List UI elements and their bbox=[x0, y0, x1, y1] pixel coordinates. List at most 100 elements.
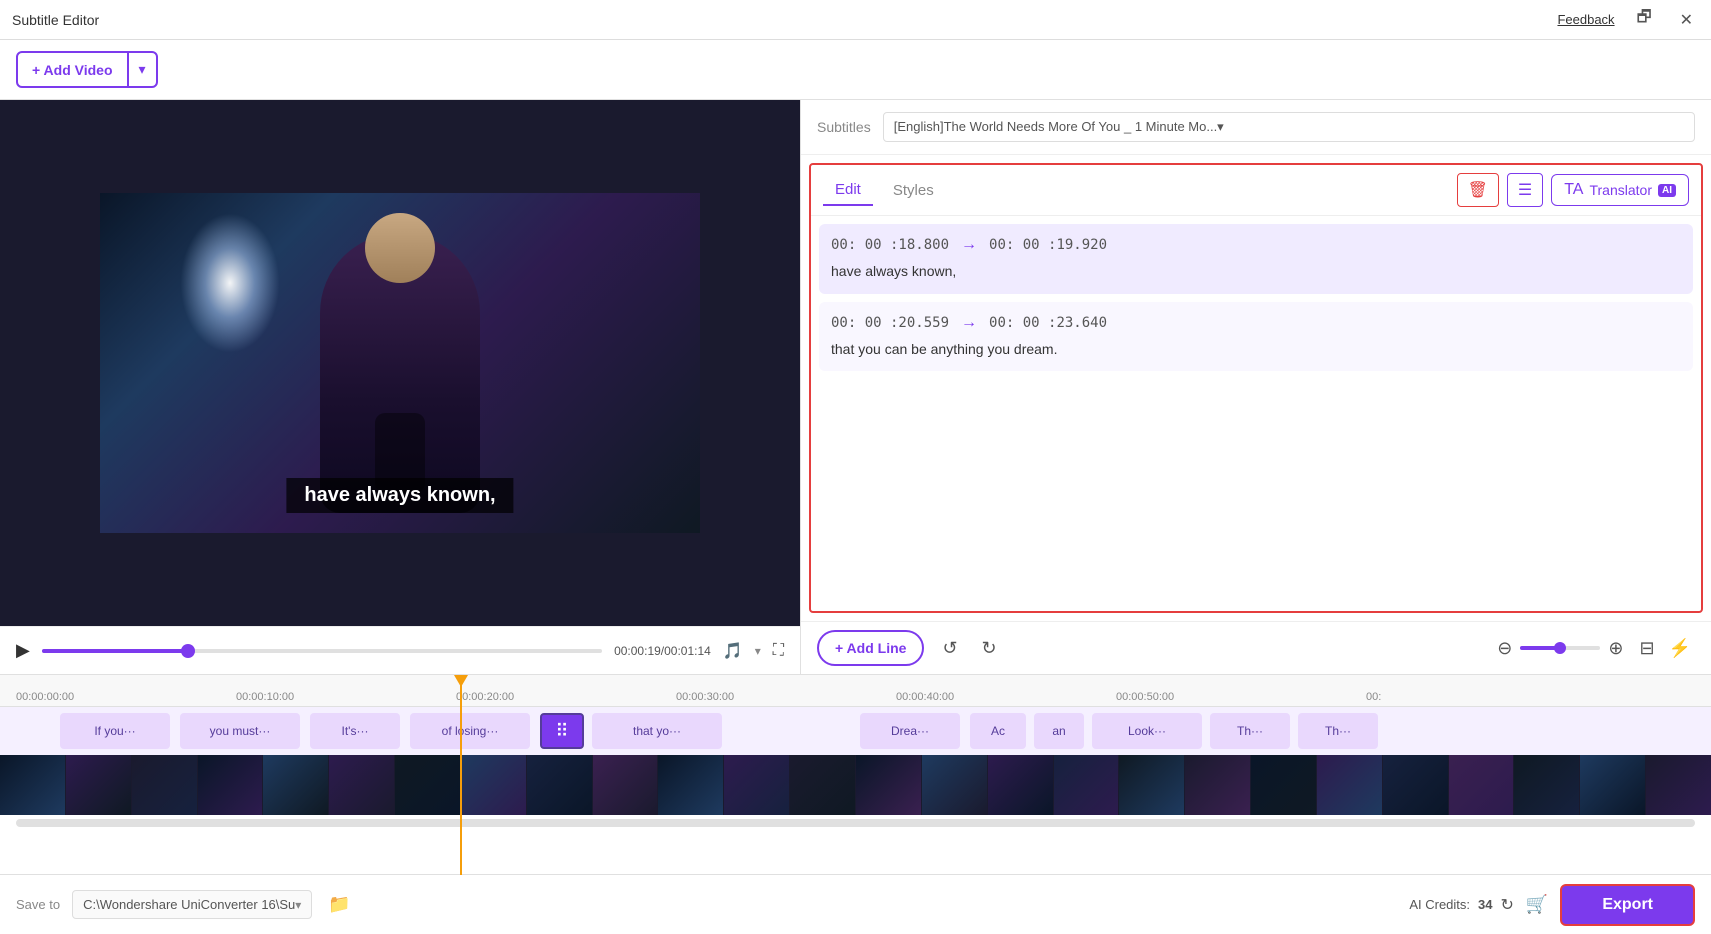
subtitles-label: Subtitles bbox=[817, 119, 871, 135]
end-time-1: 00: 00 :19.920 bbox=[989, 237, 1107, 253]
undo-button[interactable]: ↺ bbox=[936, 632, 963, 665]
save-to-label: Save to bbox=[16, 897, 60, 912]
waveform-icon[interactable]: 🎵 bbox=[723, 641, 743, 661]
window-controls: Feedback 🗗 ✕ bbox=[1557, 2, 1699, 37]
chip-1[interactable]: you must··· bbox=[180, 713, 300, 749]
caption-tool-button[interactable]: ⊟ bbox=[1635, 634, 1658, 663]
entry-text-2[interactable]: that you can be anything you dream. bbox=[831, 340, 1681, 360]
play-button[interactable]: ▶ bbox=[16, 640, 30, 661]
export-button[interactable]: Export bbox=[1560, 884, 1695, 926]
translator-button[interactable]: TA Translator AI bbox=[1551, 174, 1689, 206]
ruler-mark-1: 00:00:10:00 bbox=[236, 691, 294, 703]
tab-styles[interactable]: Styles bbox=[881, 176, 946, 205]
chip-6[interactable]: Drea··· bbox=[860, 713, 960, 749]
video-area: have always known, bbox=[0, 100, 800, 626]
chip-3[interactable]: of losing··· bbox=[410, 713, 530, 749]
subtitle-tools: ⊟ ⚡ bbox=[1635, 634, 1695, 663]
entry-time-1: 00: 00 :18.800 → 00: 00 :19.920 bbox=[831, 236, 1681, 254]
edit-tabs: Edit Styles 🗑 ☰ TA Translator AI bbox=[811, 165, 1701, 216]
zoom-controls: ⊖ ⊕ bbox=[1497, 638, 1623, 659]
strip-frames bbox=[0, 755, 1711, 815]
zoom-slider[interactable] bbox=[1520, 646, 1600, 650]
ai-credits: AI Credits: 34 ↻ bbox=[1409, 895, 1514, 915]
right-panel: Subtitles [English]The World Needs More … bbox=[800, 100, 1711, 674]
cart-button[interactable]: 🛒 bbox=[1526, 894, 1548, 915]
ruler-mark-3: 00:00:30:00 bbox=[676, 691, 734, 703]
tab-edit[interactable]: Edit bbox=[823, 175, 873, 206]
chip-10[interactable]: Th··· bbox=[1210, 713, 1290, 749]
minimize-button[interactable]: 🗗 bbox=[1631, 2, 1658, 37]
zoom-out-button[interactable]: ⊖ bbox=[1497, 638, 1512, 659]
video-strip bbox=[0, 755, 1711, 815]
time-arrow-1: → bbox=[961, 236, 977, 254]
translator-label: Translator bbox=[1589, 182, 1652, 198]
chip-5[interactable]: that yo··· bbox=[592, 713, 722, 749]
subtitles-dropdown[interactable]: [English]The World Needs More Of You _ 1… bbox=[883, 112, 1695, 142]
ruler-mark-0: 00:00:00:00 bbox=[16, 691, 74, 703]
ruler-mark-6: 00: bbox=[1366, 691, 1381, 703]
progress-bar[interactable] bbox=[42, 649, 602, 653]
bottom-bar: Save to C:\Wondershare UniConverter 16\S… bbox=[0, 874, 1711, 934]
toolbar: + Add Video ▾ bbox=[0, 40, 1711, 100]
path-dropdown-icon: ▾ bbox=[295, 898, 301, 912]
chip-8[interactable]: an bbox=[1034, 713, 1084, 749]
ruler-mark-2: 00:00:20:00 bbox=[456, 691, 514, 703]
entry-text-1[interactable]: have always known, bbox=[831, 262, 1681, 282]
waveform-dropdown-icon[interactable]: ▾ bbox=[755, 644, 761, 658]
redo-button[interactable]: ↻ bbox=[976, 632, 1003, 665]
add-line-button[interactable]: + Add Line bbox=[817, 630, 924, 666]
app-title: Subtitle Editor bbox=[12, 12, 99, 28]
close-button[interactable]: ✕ bbox=[1674, 6, 1699, 34]
progress-thumb bbox=[181, 644, 195, 658]
time-display: 00:00:19/00:01:14 bbox=[614, 644, 711, 658]
subtitle-track: If you··· you must··· It's··· of losing·… bbox=[0, 707, 1711, 755]
chip-0[interactable]: If you··· bbox=[60, 713, 170, 749]
progress-fill bbox=[42, 649, 188, 653]
ai-credits-label: AI Credits: bbox=[1409, 897, 1470, 912]
delete-button[interactable]: 🗑 bbox=[1457, 173, 1499, 207]
timeline-scrollbar[interactable] bbox=[16, 819, 1695, 827]
chip-4[interactable]: ⠿ bbox=[540, 713, 584, 749]
translator-icon: TA bbox=[1564, 181, 1583, 199]
save-path[interactable]: C:\Wondershare UniConverter 16\Su ▾ bbox=[72, 890, 312, 919]
video-placeholder: have always known, bbox=[100, 193, 700, 533]
end-time-2: 00: 00 :23.640 bbox=[989, 315, 1107, 331]
chip-7[interactable]: Ac bbox=[970, 713, 1026, 749]
save-path-text: C:\Wondershare UniConverter 16\Su bbox=[83, 897, 295, 912]
fullscreen-button[interactable]: ⛶ bbox=[773, 642, 784, 660]
edit-panel: Edit Styles 🗑 ☰ TA Translator AI 00: 00 … bbox=[809, 163, 1703, 613]
video-panel: have always known, ▶ 00:00:19/00:01:14 🎵… bbox=[0, 100, 800, 674]
add-video-button-group[interactable]: + Add Video ▾ bbox=[16, 51, 158, 88]
subtitle-entries: 00: 00 :18.800 → 00: 00 :19.920 have alw… bbox=[811, 216, 1701, 611]
subtitle-entry-1[interactable]: 00: 00 :18.800 → 00: 00 :19.920 have alw… bbox=[819, 224, 1693, 294]
timeline-ruler: 00:00:00:00 00:00:10:00 00:00:20:00 00:0… bbox=[0, 675, 1711, 707]
ai-badge: AI bbox=[1658, 184, 1676, 197]
chip-11[interactable]: Th··· bbox=[1298, 713, 1378, 749]
start-time-1: 00: 00 :18.800 bbox=[831, 237, 949, 253]
time-arrow-2: → bbox=[961, 314, 977, 332]
entry-time-2: 00: 00 :20.559 → 00: 00 :23.640 bbox=[831, 314, 1681, 332]
zoom-thumb bbox=[1554, 642, 1566, 654]
refresh-button[interactable]: ↻ bbox=[1501, 895, 1514, 915]
ruler-mark-4: 00:00:40:00 bbox=[896, 691, 954, 703]
zoom-in-button[interactable]: ⊕ bbox=[1608, 638, 1623, 659]
edit-actions: + Add Line ↺ ↻ ⊖ ⊕ ⊟ ⚡ bbox=[801, 621, 1711, 674]
subtitles-header: Subtitles [English]The World Needs More … bbox=[801, 100, 1711, 155]
ai-credits-value: 34 bbox=[1478, 897, 1492, 912]
subtitle-file-name: [English]The World Needs More Of You _ 1… bbox=[894, 119, 1224, 135]
timeline-area: 00:00:00:00 00:00:10:00 00:00:20:00 00:0… bbox=[0, 674, 1711, 874]
subtitle-entry-2[interactable]: 00: 00 :20.559 → 00: 00 :23.640 that you… bbox=[819, 302, 1693, 372]
add-video-dropdown[interactable]: ▾ bbox=[127, 53, 156, 86]
extra-tool-button[interactable]: ⚡ bbox=[1665, 634, 1695, 663]
subtitle-overlay: have always known, bbox=[286, 478, 513, 513]
main-content: have always known, ▶ 00:00:19/00:01:14 🎵… bbox=[0, 100, 1711, 674]
subtitle-chips: If you··· you must··· It's··· of losing·… bbox=[0, 711, 1711, 751]
folder-button[interactable]: 📁 bbox=[324, 890, 354, 919]
add-video-button[interactable]: + Add Video bbox=[18, 54, 127, 86]
start-time-2: 00: 00 :20.559 bbox=[831, 315, 949, 331]
feedback-link[interactable]: Feedback bbox=[1557, 12, 1614, 27]
chip-2[interactable]: It's··· bbox=[310, 713, 400, 749]
title-bar: Subtitle Editor Feedback 🗗 ✕ bbox=[0, 0, 1711, 40]
chip-9[interactable]: Look··· bbox=[1092, 713, 1202, 749]
menu-button[interactable]: ☰ bbox=[1507, 173, 1543, 207]
